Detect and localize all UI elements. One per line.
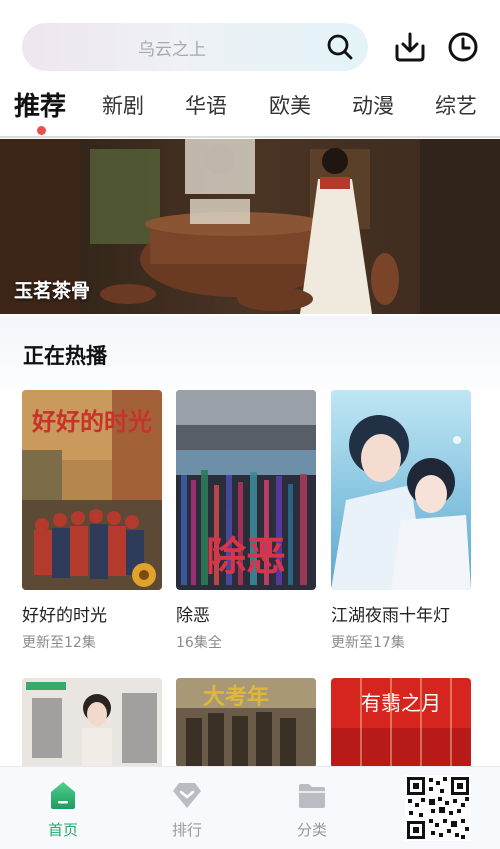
nav-home[interactable]: 首页 <box>23 779 103 840</box>
poster-title-text: 有翡之月 <box>361 691 441 715</box>
poster-title-text: 除恶 <box>206 533 286 580</box>
search-icon[interactable] <box>326 33 354 61</box>
nav-category[interactable]: 分类 <box>272 779 352 840</box>
drama-title: 除恶 <box>176 606 210 626</box>
poster-title-text: 大考年 <box>203 684 269 710</box>
tab-anime[interactable]: 动漫 <box>352 90 394 120</box>
category-folder-icon <box>299 784 325 808</box>
tab-variety[interactable]: 综艺 <box>435 90 477 120</box>
search-placeholder: 乌云之上 <box>138 40 206 60</box>
drama-status: 16集全 <box>176 635 222 651</box>
nav-ranking-label: 排行 <box>171 821 202 839</box>
featured-banner[interactable]: 玉茗茶骨 <box>0 139 500 314</box>
nav-ranking[interactable]: 排行 <box>147 779 227 840</box>
history-icon[interactable] <box>446 30 480 64</box>
tab-chinese[interactable]: 华语 <box>185 90 227 120</box>
ranking-icon <box>173 783 201 808</box>
active-tab-indicator <box>37 126 46 135</box>
drama-status: 更新至17集 <box>331 635 405 651</box>
drama-status: 更新至12集 <box>22 635 96 651</box>
drama-poster: 好好的时光 <box>22 390 162 590</box>
drama-poster-row2[interactable] <box>22 678 162 768</box>
tab-recommend[interactable]: 推荐 <box>14 86 66 123</box>
category-tabs: 推荐 新剧 华语 欧美 动漫 综艺 <box>0 82 500 134</box>
qr-code[interactable] <box>405 775 471 841</box>
nav-category-label: 分类 <box>296 821 327 839</box>
drama-poster-row2[interactable]: 大考年 <box>176 678 316 768</box>
top-bar: 乌云之上 <box>0 0 500 80</box>
download-icon[interactable] <box>393 30 427 64</box>
section-title: 正在热播 <box>23 344 107 368</box>
tabs-divider <box>0 136 500 138</box>
search-bar[interactable]: 乌云之上 <box>22 23 368 71</box>
drama-poster-row2[interactable]: 有翡之月 <box>331 678 471 768</box>
drama-title: 江湖夜雨十年灯 <box>331 606 450 626</box>
drama-title: 好好的时光 <box>22 606 107 626</box>
tab-western[interactable]: 欧美 <box>269 90 311 120</box>
drama-poster: 除恶 <box>176 390 316 590</box>
nav-home-label: 首页 <box>47 821 78 839</box>
banner-title: 玉茗茶骨 <box>14 280 91 302</box>
drama-poster <box>331 390 471 590</box>
tab-new-drama[interactable]: 新剧 <box>102 90 144 120</box>
home-icon <box>51 782 75 809</box>
poster-title-text: 好好的时光 <box>31 407 152 436</box>
